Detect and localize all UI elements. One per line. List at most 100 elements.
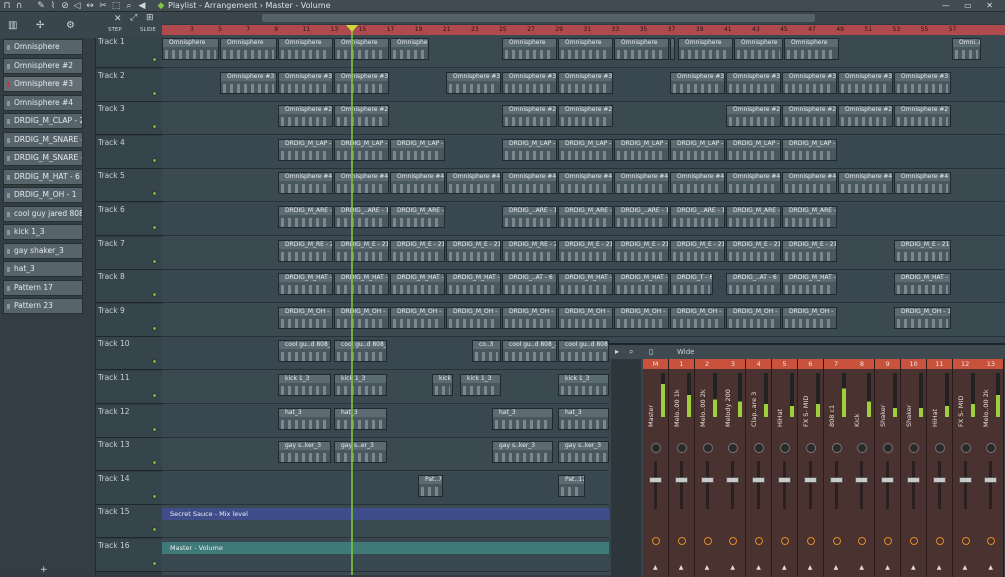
pattern-clip[interactable]: Omnisphere <box>334 38 389 60</box>
channel-item[interactable]: gay shaker_3 <box>3 242 83 259</box>
pan-knob[interactable] <box>857 443 868 453</box>
pattern-clip[interactable]: gay s..ker_3 <box>558 441 609 464</box>
pattern-clip[interactable]: DRDIG_M_HAT - 6 <box>334 273 389 296</box>
shuffle-icon[interactable]: ✕ <box>114 14 122 24</box>
volume-fader-track[interactable] <box>834 461 838 509</box>
pattern-clip[interactable]: Omnisphere #4 <box>726 172 781 195</box>
volume-fader-track[interactable] <box>783 461 786 509</box>
pattern-clip[interactable]: DRDIG_M_E - 21 <box>446 239 501 262</box>
pattern-clip[interactable]: Omnisphere <box>278 38 333 60</box>
pattern-clip[interactable]: DRDIG_..AT - 6 <box>502 273 557 296</box>
send-knob[interactable] <box>729 537 738 545</box>
channel-led[interactable] <box>7 285 10 291</box>
channel-led[interactable] <box>7 156 10 161</box>
mixer-strip[interactable]: 13 Melo..00 2k ▲ <box>978 359 1005 577</box>
playhead[interactable] <box>351 25 353 575</box>
timeline-ruler[interactable]: 3 5 7 9 11 13 15 17 19 21 23 25 27 29 31 33 35 37 39 41 43 45… <box>162 25 1005 35</box>
arrange-icon[interactable]: ◆ <box>156 1 166 11</box>
pan-knob[interactable] <box>754 443 765 453</box>
mixer-strip[interactable]: 1 Melo..00 1k ▲ <box>668 359 695 577</box>
snap-icon[interactable]: ∩ <box>14 1 24 11</box>
mixer-zoom-icon[interactable]: ⌕ <box>629 347 633 357</box>
pan-knob[interactable] <box>934 443 945 453</box>
pattern-clip[interactable]: DRDIG_M_OH - 1 <box>894 306 951 329</box>
pattern-clip[interactable]: DRDIG_M_E - 21 <box>334 239 389 262</box>
volume-fader-track[interactable] <box>860 461 864 509</box>
gear-icon[interactable]: ⊞ <box>146 13 154 23</box>
volume-fader-track[interactable] <box>705 461 709 509</box>
pattern-clip[interactable]: DRDIG_M_E - 21 <box>670 239 725 262</box>
track-header[interactable]: Track 8 <box>96 270 162 304</box>
track-header[interactable]: Track 4 <box>96 135 162 169</box>
channel-item[interactable]: Pattern 17 <box>3 279 83 296</box>
mixer-strip[interactable]: 5 HiHat ▲ <box>772 359 798 577</box>
pan-knob[interactable] <box>960 443 971 453</box>
track-enable-led[interactable] <box>152 426 157 432</box>
route-arrow-icon[interactable]: ▲ <box>782 564 787 571</box>
pattern-clip[interactable]: Omnisphere #3 <box>558 71 613 94</box>
track-header[interactable]: Track 3 <box>96 102 162 136</box>
track-lane[interactable]: DRDIG_M_HAT - 6 DRDIG_M_HAT - 6 DRDIG_M_HA… <box>162 270 1005 304</box>
volume-fader[interactable] <box>778 477 791 483</box>
pattern-clip[interactable]: DRDIG_M_OH - 1 <box>726 306 781 329</box>
track-enable-led[interactable] <box>152 325 157 331</box>
pattern-clip[interactable]: DRDIG_M_HAT - 6 <box>614 273 669 296</box>
track-header[interactable]: Track 12 <box>96 404 162 438</box>
pattern-clip[interactable]: Omnisphere #2 <box>558 105 613 128</box>
track-lane[interactable]: DRDIG_M_OH - 1 DRDIG_M_OH - 1 DRDIG_M_OH -… <box>162 304 1005 337</box>
volume-fader[interactable] <box>726 477 740 483</box>
pan-knob[interactable] <box>780 443 790 453</box>
volume-fader[interactable] <box>958 477 972 483</box>
piano-roll-icon[interactable]: ▥ <box>8 20 17 31</box>
track-lane[interactable]: DRDIG_M_ARE - 1 DRDIG_..ARE - 1 DRDIG_M_AR… <box>162 203 1005 236</box>
pattern-clip[interactable]: Omnisphere #2 <box>278 105 333 128</box>
pattern-clip[interactable]: DRDIG_M_ARE - 1 <box>278 206 333 228</box>
send-knob[interactable] <box>832 537 841 545</box>
channel-led[interactable] <box>7 267 10 272</box>
volume-fader[interactable] <box>700 477 714 483</box>
pattern-clip[interactable]: DRDIG_M_OH - 1 <box>670 306 725 329</box>
track-enable-led[interactable] <box>152 493 157 499</box>
pattern-clip[interactable]: DRDIG_M_LAP - 2 <box>782 138 837 161</box>
channel-item[interactable]: Pattern 23 <box>3 298 83 314</box>
zoom-icon[interactable]: ⌕ <box>124 1 134 11</box>
pattern-clip[interactable]: Omnisphere #3 <box>502 71 557 94</box>
pattern-clip[interactable]: Omni..re <box>952 38 981 60</box>
pattern-clip[interactable]: hat_3 <box>558 407 609 430</box>
volume-fader[interactable] <box>752 477 766 483</box>
pattern-clip[interactable]: DRDIG_M_OH - 1 <box>334 306 389 329</box>
pattern-clip[interactable]: Omnisphere #2 <box>726 105 781 128</box>
pattern-clip[interactable]: DRDIG_M_HAT - 6 <box>894 273 951 296</box>
track-header[interactable]: Track 11 <box>96 371 162 404</box>
route-arrow-icon[interactable]: ▲ <box>756 564 761 571</box>
pattern-clip[interactable]: kick 1_3 <box>432 374 453 396</box>
mixer-strip[interactable]: 9 Shaker ▲ <box>875 359 902 577</box>
pattern-clip[interactable]: DRDIG_M_OH - 1 <box>446 306 501 329</box>
send-knob[interactable] <box>806 537 815 545</box>
pattern-clip[interactable]: DRDIG_M_HAT - 6 <box>446 273 501 296</box>
pattern-clip[interactable]: gay s..er_3 <box>334 441 387 464</box>
pattern-clip[interactable]: DRDIG_M_E - 21 <box>614 239 669 262</box>
track-header[interactable]: Track 10 <box>96 337 162 371</box>
channel-item[interactable]: DRDIG_M_SNARE - 1 <box>3 150 83 166</box>
pattern-clip[interactable]: Pat..17 <box>558 474 585 497</box>
pattern-clip[interactable]: DRDIG_M_ARE - 1 <box>558 206 613 228</box>
pattern-clip[interactable]: DRDIG_M_LAP - 2 <box>390 138 445 161</box>
channel-item[interactable]: DRDIG_M_HAT - 6 <box>3 168 83 185</box>
pattern-clip[interactable]: Omnisphere #4 <box>670 172 725 195</box>
pattern-clip[interactable]: Pat..7 <box>418 474 443 497</box>
send-knob[interactable] <box>781 537 789 545</box>
track-header[interactable]: Track 14 <box>96 471 162 505</box>
volume-fader-track[interactable] <box>654 461 657 509</box>
pattern-clip[interactable]: Omnisphere #2 <box>502 105 557 128</box>
pattern-clip[interactable]: DRDIG_M_E - 21 <box>726 239 781 262</box>
pattern-clip[interactable]: Omnisphere #3 <box>894 71 951 94</box>
channel-led[interactable] <box>7 137 10 143</box>
slice-icon[interactable]: ✂ <box>98 1 108 11</box>
volume-fader-track[interactable] <box>808 461 812 509</box>
pattern-clip[interactable]: Omnisphere #3 <box>220 71 277 94</box>
pattern-clip[interactable]: DRDIG_..ARE - 1 <box>670 206 725 228</box>
volume-fader-track[interactable] <box>731 461 735 509</box>
pan-knob[interactable] <box>676 443 687 453</box>
track-enable-led[interactable] <box>152 460 157 466</box>
